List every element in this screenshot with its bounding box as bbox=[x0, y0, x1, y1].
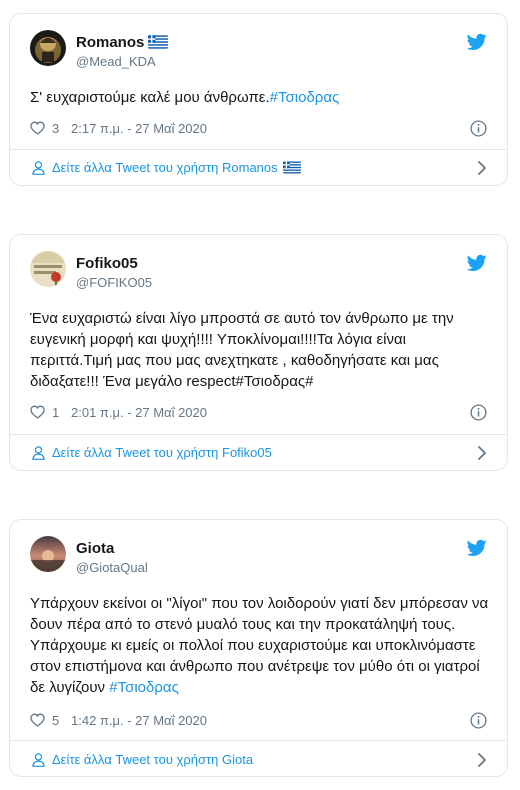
divider bbox=[10, 149, 507, 150]
tweet-text: Ένα ευχαριστώ είναι λίγο μπροστά σε αυτό… bbox=[30, 310, 454, 390]
twitter-bird-icon[interactable] bbox=[467, 539, 487, 557]
more-tweets-link[interactable]: Δείτε άλλα Tweet του χρήστη Giota bbox=[32, 750, 487, 770]
divider bbox=[10, 740, 507, 741]
tweet-meta: 5 1:42 π.μ. - 27 Μαΐ 2020 bbox=[30, 712, 487, 730]
timestamp[interactable]: 1:42 π.μ. - 27 Μαΐ 2020 bbox=[71, 713, 207, 728]
info-icon[interactable] bbox=[470, 404, 487, 421]
timestamp[interactable]: 2:17 π.μ. - 27 Μαΐ 2020 bbox=[71, 121, 207, 136]
person-icon bbox=[32, 753, 45, 767]
greek-flag-icon bbox=[283, 161, 301, 174]
tweet-meta: 3 2:17 π.μ. - 27 Μαΐ 2020 bbox=[30, 120, 487, 138]
tweet-text: Σ' ευχαριστούμε καλέ μου άνθρωπε.#Τσιοδρ… bbox=[30, 89, 340, 106]
twitter-bird-icon[interactable] bbox=[467, 33, 487, 51]
tweet-card: Giota @GiotaQual Υπάρχουν εκείνοι οι "λί… bbox=[9, 519, 508, 777]
info-icon[interactable] bbox=[470, 120, 487, 137]
user-handle[interactable]: @FOFIKO05 bbox=[76, 275, 152, 290]
more-tweets-link[interactable]: Δείτε άλλα Tweet του χρήστη Fofiko05 bbox=[32, 443, 487, 463]
like-count: 1 bbox=[52, 405, 60, 420]
chevron-right-icon bbox=[477, 445, 487, 461]
chevron-right-icon bbox=[477, 752, 487, 768]
tweet-card: Romanos @Mead_KDA Σ' ευχαριστούμε καλέ μ… bbox=[9, 13, 508, 186]
person-icon bbox=[32, 161, 45, 175]
tweet-meta: 1 2:01 π.μ. - 27 Μαΐ 2020 bbox=[30, 404, 487, 422]
tweet-header: Romanos @Mead_KDA bbox=[10, 14, 507, 70]
heart-icon[interactable] bbox=[30, 121, 45, 135]
display-name[interactable]: Giota bbox=[76, 540, 114, 557]
display-name[interactable]: Romanos bbox=[76, 34, 168, 51]
twitter-bird-icon[interactable] bbox=[467, 254, 487, 272]
display-name[interactable]: Fofiko05 bbox=[76, 255, 138, 272]
tweet-text: Υπάρχουν εκείνοι οι "λίγοι" που τον λοιδ… bbox=[30, 595, 489, 696]
divider bbox=[10, 434, 507, 435]
user-handle[interactable]: @GiotaQual bbox=[76, 560, 148, 575]
info-icon[interactable] bbox=[470, 712, 487, 729]
tweet-header: Fofiko05 @FOFIKO05 bbox=[10, 235, 507, 291]
heart-icon[interactable] bbox=[30, 713, 45, 727]
tweet-card: Fofiko05 @FOFIKO05 Ένα ευχαριστώ είναι λ… bbox=[9, 234, 508, 471]
person-icon bbox=[32, 446, 45, 460]
like-count: 3 bbox=[52, 121, 60, 136]
avatar[interactable] bbox=[30, 251, 66, 287]
timestamp[interactable]: 2:01 π.μ. - 27 Μαΐ 2020 bbox=[71, 405, 207, 420]
heart-icon[interactable] bbox=[30, 405, 45, 419]
chevron-right-icon bbox=[477, 160, 487, 176]
hashtag-link[interactable]: #Τσιοδρας bbox=[109, 679, 179, 696]
avatar[interactable] bbox=[30, 30, 66, 66]
avatar[interactable] bbox=[30, 536, 66, 572]
like-count: 5 bbox=[52, 713, 60, 728]
user-handle[interactable]: @Mead_KDA bbox=[76, 54, 156, 69]
hashtag-link[interactable]: #Τσιοδρας bbox=[270, 89, 340, 106]
more-tweets-link[interactable]: Δείτε άλλα Tweet του χρήστη Romanos bbox=[32, 158, 487, 178]
tweet-header: Giota @GiotaQual bbox=[10, 520, 507, 576]
greek-flag-icon bbox=[148, 35, 168, 49]
